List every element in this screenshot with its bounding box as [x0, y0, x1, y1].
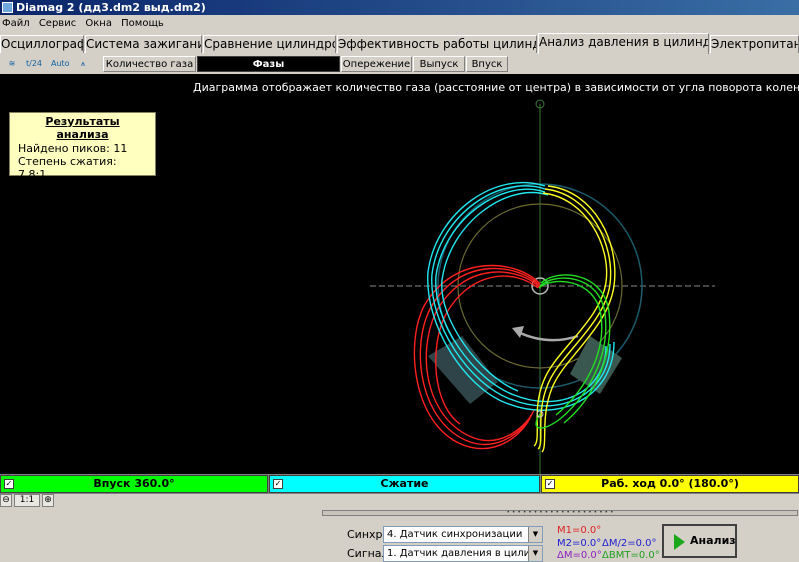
phase-intake-checkbox[interactable]: ✓ — [4, 479, 14, 489]
power-curve — [533, 185, 616, 453]
tab-cylinder-compare[interactable]: Сравнение цилиндров — [203, 35, 336, 53]
diagram-description: Диаграмма отображает количество газа (ра… — [193, 81, 799, 94]
phase-bar: ✓ Впуск 360.0° ✓ Сжатие ✓ Раб. ход 0.0° … — [0, 474, 799, 494]
marker-m1: M1=0.0° — [557, 525, 602, 536]
analyze-button[interactable]: Анализ — [662, 524, 737, 558]
tab-power-supply[interactable]: Электропитани — [710, 35, 799, 53]
polar-diagram-canvas[interactable]: Диаграмма отображает количество газа (ра… — [0, 74, 799, 474]
menu-windows[interactable]: Окна — [85, 18, 112, 29]
zoom-out-icon[interactable]: ⊖ — [0, 494, 12, 507]
tab-cylinder-efficiency[interactable]: Эффективность работы цилиндров — [337, 35, 537, 53]
marker-m2: M2=0.0° — [557, 538, 602, 549]
results-title: Результаты анализа — [45, 115, 120, 141]
phase-power-checkbox[interactable]: ✓ — [545, 479, 555, 489]
results-peaks: Найдено пиков: 11 — [18, 142, 128, 155]
panel-splitter[interactable]: • • • • • • • • • • • • • • • • • • • • — [322, 510, 798, 516]
control-panel: Синхро: 4. Датчик синхронизации ▼ Сигнал… — [322, 517, 799, 562]
rotation-arrow-head — [512, 326, 524, 338]
tab-pressure-analysis[interactable]: Анализ давления в цилиндре — [538, 33, 709, 54]
menu-service[interactable]: Сервис — [39, 18, 76, 29]
main-tabs: Осциллограф Система зажигания Сравнение … — [0, 33, 799, 54]
auto-icon[interactable]: Auto — [51, 55, 70, 73]
zoom-bar: ⊖ 1:1 ⊕ — [0, 494, 799, 508]
analyze-button-label: Анализ — [690, 534, 736, 547]
chevron-down-icon[interactable]: ▼ — [528, 527, 542, 542]
marker-delta-m: ΔM=0.0° — [557, 550, 602, 561]
results-compression: Степень сжатия: 7.8:1 — [18, 155, 117, 181]
sync-select-value: 4. Датчик синхронизации — [387, 529, 523, 540]
zoom-in-icon[interactable]: ⊕ — [42, 494, 54, 507]
tab-ignition[interactable]: Система зажигания — [85, 35, 202, 53]
waveform-icon[interactable]: ⩚ — [74, 55, 92, 73]
signal-select-value: 1. Датчик давления в цилиндре — [387, 548, 543, 559]
window-title: Diamag 2 (дд3.dm2 выд.dm2) — [16, 1, 206, 14]
results-losses: Потери общие: 35.7% — [18, 181, 144, 194]
subtab-intake[interactable]: Впуск — [466, 56, 508, 72]
marker-delta-m-half: ΔM/2=0.0° — [602, 538, 657, 549]
phase-compression-checkbox[interactable]: ✓ — [273, 479, 283, 489]
subtab-exhaust[interactable]: Выпуск — [413, 56, 465, 72]
rotation-arrow — [517, 330, 579, 342]
timescale-icon[interactable]: t/24 — [25, 55, 43, 73]
zoom-ratio-button[interactable]: 1:1 — [14, 494, 40, 507]
menu-bar: Файл Сервис Окна Помощь — [0, 15, 799, 32]
subtab-valve-timing[interactable]: Фазы газораспределения — [197, 56, 340, 85]
phase-intake[interactable]: ✓ Впуск 360.0° — [0, 475, 268, 493]
app-icon — [2, 2, 13, 13]
tab-oscilloscope[interactable]: Осциллограф — [0, 35, 84, 53]
oscilloscope-icon[interactable]: ≋ — [3, 55, 21, 73]
phase-compression-label: Сжатие — [380, 477, 429, 490]
subtab-gas-quantity[interactable]: Количество газа — [103, 56, 196, 72]
menu-file[interactable]: Файл — [2, 18, 30, 29]
chevron-down-icon[interactable]: ▼ — [528, 546, 542, 561]
phase-power-label: Раб. ход 0.0° (180.0°) — [601, 477, 739, 490]
subtab-advance[interactable]: Опережение — [341, 56, 412, 72]
phase-power[interactable]: ✓ Раб. ход 0.0° (180.0°) — [541, 475, 799, 493]
toolbar: ≋ t/24 Auto ⩚ Количество газа Фазы газор… — [0, 54, 799, 85]
signal-select[interactable]: 1. Датчик давления в цилиндре ▼ — [383, 545, 543, 562]
window-title-bar: Diamag 2 (дд3.dm2 выд.dm2) — [0, 0, 799, 15]
results-panel: Результаты анализа Найдено пиков: 11 Сте… — [9, 112, 156, 194]
play-icon — [674, 534, 685, 550]
menu-help[interactable]: Помощь — [121, 18, 164, 29]
phase-intake-label: Впуск 360.0° — [93, 477, 175, 490]
sync-select[interactable]: 4. Датчик синхронизации ▼ — [383, 526, 543, 543]
marker-delta-bmt: ΔBMT=0.0° — [602, 550, 660, 561]
phase-compression[interactable]: ✓ Сжатие — [269, 475, 540, 493]
